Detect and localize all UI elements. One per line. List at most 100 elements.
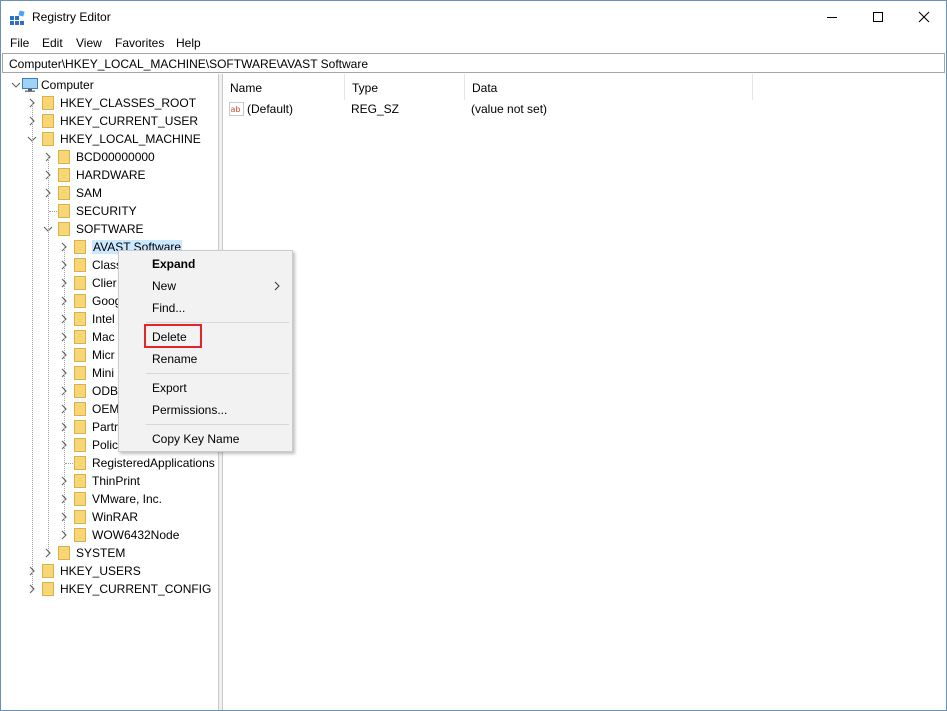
tree-node-label: Goog <box>92 294 122 308</box>
maximize-button[interactable] <box>855 1 901 32</box>
tree-node-label: HKEY_CURRENT_USER <box>60 114 199 128</box>
tree-node-hkey-current-user[interactable]: HKEY_CURRENT_USER <box>1 112 218 130</box>
menu-item-delete[interactable]: Delete <box>152 330 187 344</box>
folder-icon <box>74 528 86 542</box>
minimize-button[interactable] <box>809 1 855 32</box>
tree-node-vmware-inc[interactable]: VMware, Inc. <box>1 490 218 508</box>
folder-icon <box>74 294 86 308</box>
folder-icon <box>74 348 86 362</box>
menu-favorites[interactable]: Favorites <box>115 36 164 50</box>
close-button[interactable] <box>901 1 946 32</box>
tree-node-label: Intel <box>92 312 115 326</box>
folder-icon <box>74 402 86 416</box>
tree-node-hkey-current-config[interactable]: HKEY_CURRENT_CONFIG <box>1 580 218 598</box>
tree-node-hkey-local-machine[interactable]: HKEY_LOCAL_MACHINE <box>1 130 218 148</box>
tree-node-security[interactable]: SECURITY <box>1 202 218 220</box>
menu-item-new[interactable]: New <box>152 279 176 293</box>
value-row-default[interactable]: ab (Default) REG_SZ (value not set) <box>223 101 943 119</box>
address-bar[interactable]: Computer\HKEY_LOCAL_MACHINE\SOFTWARE\AVA… <box>2 53 945 73</box>
tree-node-label: BCD00000000 <box>76 150 155 164</box>
tree-node-label: ODB <box>92 384 119 398</box>
folder-icon <box>74 330 86 344</box>
folder-icon <box>58 150 70 164</box>
tree-node-label: Partr <box>92 420 119 434</box>
menu-view[interactable]: View <box>76 36 102 50</box>
menu-item-rename[interactable]: Rename <box>152 352 197 366</box>
tree-node-hkey-classes-root[interactable]: HKEY_CLASSES_ROOT <box>1 94 218 112</box>
values-list-pane[interactable]: Name Type Data ab (Default) REG_SZ (valu… <box>223 74 946 710</box>
folder-icon <box>42 564 54 578</box>
tree-node-computer[interactable]: Computer <box>1 76 218 94</box>
tree-guide-line <box>48 157 49 553</box>
column-header-data[interactable]: Data <box>465 74 753 100</box>
close-icon <box>918 11 930 22</box>
tree-node-hardware[interactable]: HARDWARE <box>1 166 218 184</box>
folder-icon <box>58 204 70 218</box>
tree-node-label: SYSTEM <box>76 546 126 560</box>
folder-icon <box>42 582 54 596</box>
tree-node-label: Clier <box>92 276 117 290</box>
tree-node-label: VMware, Inc. <box>92 492 163 506</box>
value-data: (value not set) <box>471 102 548 116</box>
tree-node-label: WinRAR <box>92 510 139 524</box>
tree-guide-line <box>65 463 73 464</box>
tree-node-system[interactable]: SYSTEM <box>1 544 218 562</box>
title-bar[interactable]: Registry Editor <box>1 1 946 32</box>
folder-icon <box>74 474 86 488</box>
menu-help[interactable]: Help <box>176 36 201 50</box>
folder-icon <box>42 114 54 128</box>
tree-node-label: ThinPrint <box>92 474 141 488</box>
tree-node-label: SOFTWARE <box>76 222 144 236</box>
column-header-name[interactable]: Name <box>223 74 345 100</box>
folder-icon <box>74 438 86 452</box>
window-title: Registry Editor <box>32 10 111 24</box>
tree-node-hkey-users[interactable]: HKEY_USERS <box>1 562 218 580</box>
tree-node-bcd00000000[interactable]: BCD00000000 <box>1 148 218 166</box>
value-name: (Default) <box>247 102 294 116</box>
chevron-down-icon[interactable] <box>11 80 21 90</box>
tree-node-label: HKEY_LOCAL_MACHINE <box>60 132 201 146</box>
submenu-arrow-icon <box>274 281 280 291</box>
folder-icon <box>58 546 70 560</box>
tree-node-label: HKEY_CURRENT_CONFIG <box>60 582 212 596</box>
tree-node-label: HKEY_USERS <box>60 564 141 578</box>
maximize-icon <box>873 11 883 22</box>
tree-node-label: OEM <box>92 402 120 416</box>
folder-icon <box>74 492 86 506</box>
tree-node-label: Computer <box>41 78 94 92</box>
tree-node-thinprint[interactable]: ThinPrint <box>1 472 218 490</box>
tree-node-label: HKEY_CLASSES_ROOT <box>60 96 197 110</box>
menu-item-copy-key-name[interactable]: Copy Key Name <box>152 432 239 446</box>
folder-icon <box>74 240 86 254</box>
folder-icon <box>74 456 86 470</box>
svg-text:ab: ab <box>231 105 241 114</box>
tree-node-wow6432node[interactable]: WOW6432Node <box>1 526 218 544</box>
value-type: REG_SZ <box>351 102 400 116</box>
registry-editor-window: Registry Editor File Edit View Favorites… <box>0 0 947 711</box>
menu-item-permissions[interactable]: Permissions... <box>152 403 227 417</box>
tree-node-label: Micr <box>92 348 115 362</box>
menu-item-expand[interactable]: Expand <box>152 257 195 271</box>
menu-item-export[interactable]: Export <box>152 381 187 395</box>
column-header-type[interactable]: Type <box>345 74 465 100</box>
tree-node-label: Mini <box>92 366 115 380</box>
tree-node-software[interactable]: SOFTWARE <box>1 220 218 238</box>
menu-separator <box>146 322 289 323</box>
folder-icon <box>58 186 70 200</box>
tree-node-label: SAM <box>76 186 103 200</box>
tree-node-label: RegisteredApplications <box>92 456 215 470</box>
folder-icon <box>74 510 86 524</box>
tree-node-registeredapplications[interactable]: RegisteredApplications <box>1 454 218 472</box>
folder-icon <box>42 96 54 110</box>
folder-icon <box>74 384 86 398</box>
context-menu: Expand New Find... Delete Rename Export … <box>118 250 293 452</box>
tree-node-label: SECURITY <box>76 204 137 218</box>
address-path[interactable]: Computer\HKEY_LOCAL_MACHINE\SOFTWARE\AVA… <box>9 57 368 71</box>
menu-item-find[interactable]: Find... <box>152 301 185 315</box>
tree-node-winrar[interactable]: WinRAR <box>1 508 218 526</box>
minimize-icon <box>827 16 837 18</box>
menu-edit[interactable]: Edit <box>42 36 63 50</box>
tree-node-label: WOW6432Node <box>92 528 180 542</box>
tree-node-sam[interactable]: SAM <box>1 184 218 202</box>
menu-file[interactable]: File <box>10 36 29 50</box>
